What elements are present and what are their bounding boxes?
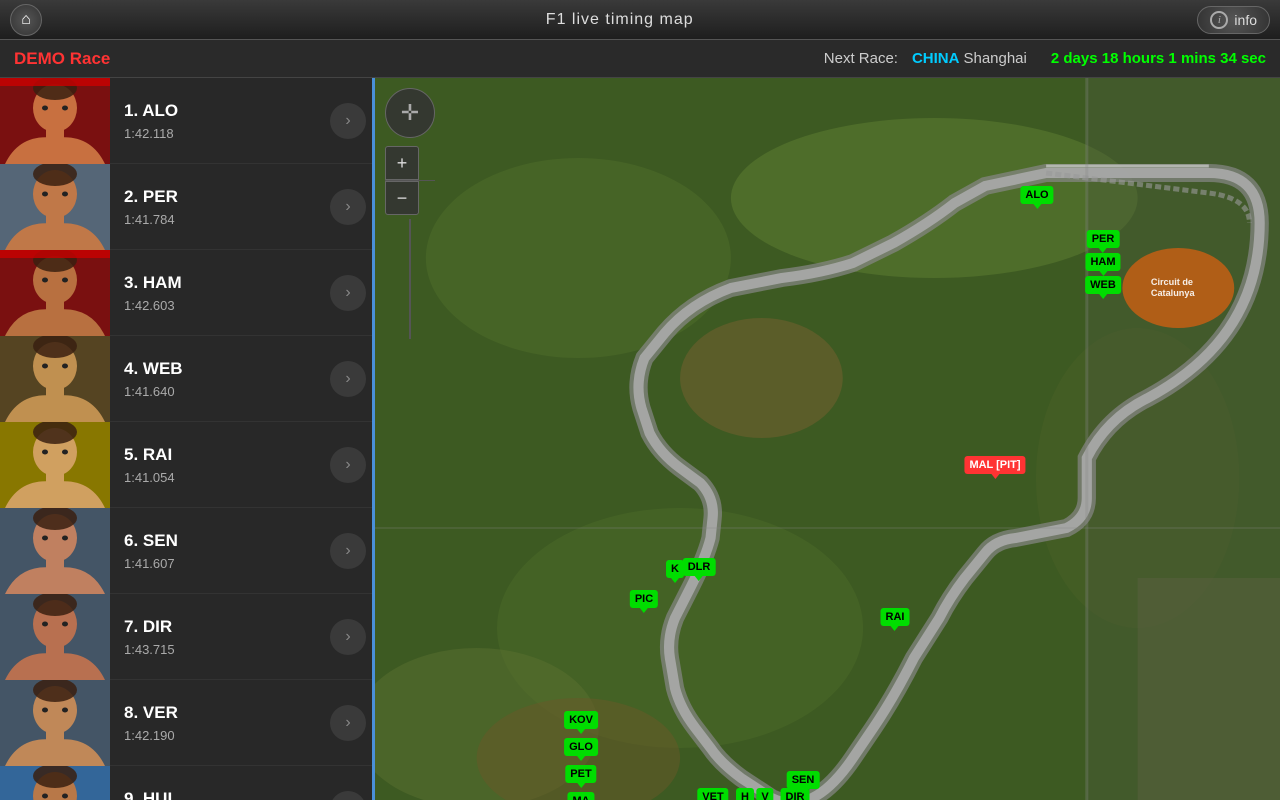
driver-info: 2. PER 1:41.784 bbox=[110, 187, 330, 227]
track-svg: Circuit de Catalunya bbox=[375, 78, 1280, 800]
zoom-in-button[interactable]: + bbox=[385, 146, 419, 180]
driver-expand-arrow[interactable]: › bbox=[330, 275, 366, 311]
driver-expand-arrow[interactable]: › bbox=[330, 447, 366, 483]
driver-time: 1:41.607 bbox=[124, 556, 316, 571]
driver-expand-arrow[interactable]: › bbox=[330, 533, 366, 569]
svg-text:Catalunya: Catalunya bbox=[1151, 288, 1196, 298]
driver-info: 1. ALO 1:42.118 bbox=[110, 101, 330, 141]
driver-time: 1:41.784 bbox=[124, 212, 316, 227]
next-race-country: CHINA bbox=[912, 50, 960, 67]
map-marker-kov[interactable]: KOV bbox=[564, 711, 598, 729]
zoom-controls: + − bbox=[385, 146, 435, 215]
driver-avatar bbox=[0, 336, 110, 422]
main-layout: 1. ALO 1:42.118 › 2. PER 1:41.784 › bbox=[0, 78, 1280, 800]
home-icon: ⌂ bbox=[21, 11, 31, 29]
driver-row[interactable]: 1. ALO 1:42.118 › bbox=[0, 78, 372, 164]
driver-time: 1:42.118 bbox=[124, 126, 316, 141]
driver-row[interactable]: 5. RAI 1:41.054 › bbox=[0, 422, 372, 508]
driver-name: 5. RAI bbox=[124, 445, 316, 465]
driver-expand-arrow[interactable]: › bbox=[330, 103, 366, 139]
driver-info: 8. VER 1:42.190 bbox=[110, 703, 330, 743]
pan-button[interactable]: ✛ bbox=[385, 88, 435, 138]
driver-name: 8. VER bbox=[124, 703, 316, 723]
map-marker-sen_map[interactable]: SEN bbox=[787, 771, 820, 789]
driver-row[interactable]: 4. WEB 1:41.640 › bbox=[0, 336, 372, 422]
driver-row[interactable]: 2. PER 1:41.784 › bbox=[0, 164, 372, 250]
driver-info: 9. HUL 1:42.500 bbox=[110, 789, 330, 800]
driver-info: 7. DIR 1:43.715 bbox=[110, 617, 330, 657]
map-marker-pic[interactable]: PIC bbox=[630, 590, 658, 608]
map-marker-ham[interactable]: HAM bbox=[1085, 253, 1120, 271]
driver-row[interactable]: 3. HAM 1:42.603 › bbox=[0, 250, 372, 336]
driver-name: 1. ALO bbox=[124, 101, 316, 121]
demo-race-label: DEMO Race bbox=[14, 49, 110, 69]
driver-avatar bbox=[0, 508, 110, 594]
home-button[interactable]: ⌂ bbox=[10, 4, 42, 36]
driver-info: 3. HAM 1:42.603 bbox=[110, 273, 330, 313]
map-marker-glo[interactable]: GLO bbox=[564, 738, 598, 756]
map-controls: ✛ + − bbox=[385, 88, 435, 343]
map-marker-web[interactable]: WEB bbox=[1085, 276, 1121, 294]
driver-avatar bbox=[0, 164, 110, 250]
driver-time: 1:42.603 bbox=[124, 298, 316, 313]
driver-name: 9. HUL bbox=[124, 789, 316, 800]
driver-list: 1. ALO 1:42.118 › 2. PER 1:41.784 › bbox=[0, 78, 375, 800]
map-marker-rai[interactable]: RAI bbox=[881, 608, 910, 626]
next-race-city: Shanghai bbox=[963, 50, 1026, 67]
driver-row[interactable]: 6. SEN 1:41.607 › bbox=[0, 508, 372, 594]
map-marker-mal_pit[interactable]: MAL [PIT] bbox=[964, 456, 1025, 474]
driver-name: 6. SEN bbox=[124, 531, 316, 551]
map-marker-pet[interactable]: PET bbox=[565, 765, 596, 783]
driver-name: 7. DIR bbox=[124, 617, 316, 637]
info-button[interactable]: i info bbox=[1197, 6, 1270, 34]
driver-expand-arrow[interactable]: › bbox=[330, 791, 366, 800]
info-icon: i bbox=[1210, 11, 1228, 29]
map-marker-k[interactable]: K bbox=[666, 560, 684, 578]
map-marker-ma[interactable]: MA bbox=[567, 792, 594, 800]
map-marker-vet[interactable]: VET bbox=[697, 788, 728, 800]
countdown-timer: 2 days 18 hours 1 mins 34 sec bbox=[1051, 50, 1266, 67]
driver-row[interactable]: 7. DIR 1:43.715 › bbox=[0, 594, 372, 680]
driver-avatar bbox=[0, 766, 110, 800]
top-bar: ⌂ F1 live timing map i info bbox=[0, 0, 1280, 40]
driver-time: 1:42.190 bbox=[124, 728, 316, 743]
driver-avatar bbox=[0, 594, 110, 680]
app-title: F1 live timing map bbox=[546, 11, 694, 29]
driver-avatar bbox=[0, 422, 110, 508]
driver-time: 1:41.640 bbox=[124, 384, 316, 399]
driver-name: 4. WEB bbox=[124, 359, 316, 379]
zoom-track bbox=[409, 219, 411, 339]
map-marker-v[interactable]: V bbox=[756, 788, 773, 800]
driver-time: 1:43.715 bbox=[124, 642, 316, 657]
driver-expand-arrow[interactable]: › bbox=[330, 361, 366, 397]
driver-row[interactable]: 8. VER 1:42.190 › bbox=[0, 680, 372, 766]
next-race-static-text: Next Race: bbox=[824, 50, 898, 67]
map-marker-h[interactable]: H bbox=[736, 788, 754, 800]
driver-name: 2. PER bbox=[124, 187, 316, 207]
driver-row[interactable]: 9. HUL 1:42.500 › bbox=[0, 766, 372, 800]
driver-info: 4. WEB 1:41.640 bbox=[110, 359, 330, 399]
driver-name: 3. HAM bbox=[124, 273, 316, 293]
map-marker-dlr[interactable]: DLR bbox=[683, 558, 716, 576]
map-marker-per[interactable]: PER bbox=[1087, 230, 1120, 248]
driver-avatar bbox=[0, 250, 110, 336]
next-race-info: Next Race: CHINA Shanghai 2 days 18 hour… bbox=[824, 50, 1266, 67]
info-label: info bbox=[1234, 12, 1257, 28]
driver-expand-arrow[interactable]: › bbox=[330, 189, 366, 225]
driver-avatar bbox=[0, 78, 110, 164]
map-area[interactable]: Circuit de Catalunya ✛ + − ALO PER HAM WEB M… bbox=[375, 78, 1280, 800]
zoom-out-button[interactable]: − bbox=[385, 181, 419, 215]
driver-avatar bbox=[0, 680, 110, 766]
svg-text:Circuit de: Circuit de bbox=[1151, 277, 1193, 287]
driver-info: 6. SEN 1:41.607 bbox=[110, 531, 330, 571]
map-marker-alo[interactable]: ALO bbox=[1020, 186, 1053, 204]
sub-bar: DEMO Race Next Race: CHINA Shanghai 2 da… bbox=[0, 40, 1280, 78]
driver-expand-arrow[interactable]: › bbox=[330, 705, 366, 741]
driver-time: 1:41.054 bbox=[124, 470, 316, 485]
driver-expand-arrow[interactable]: › bbox=[330, 619, 366, 655]
driver-info: 5. RAI 1:41.054 bbox=[110, 445, 330, 485]
